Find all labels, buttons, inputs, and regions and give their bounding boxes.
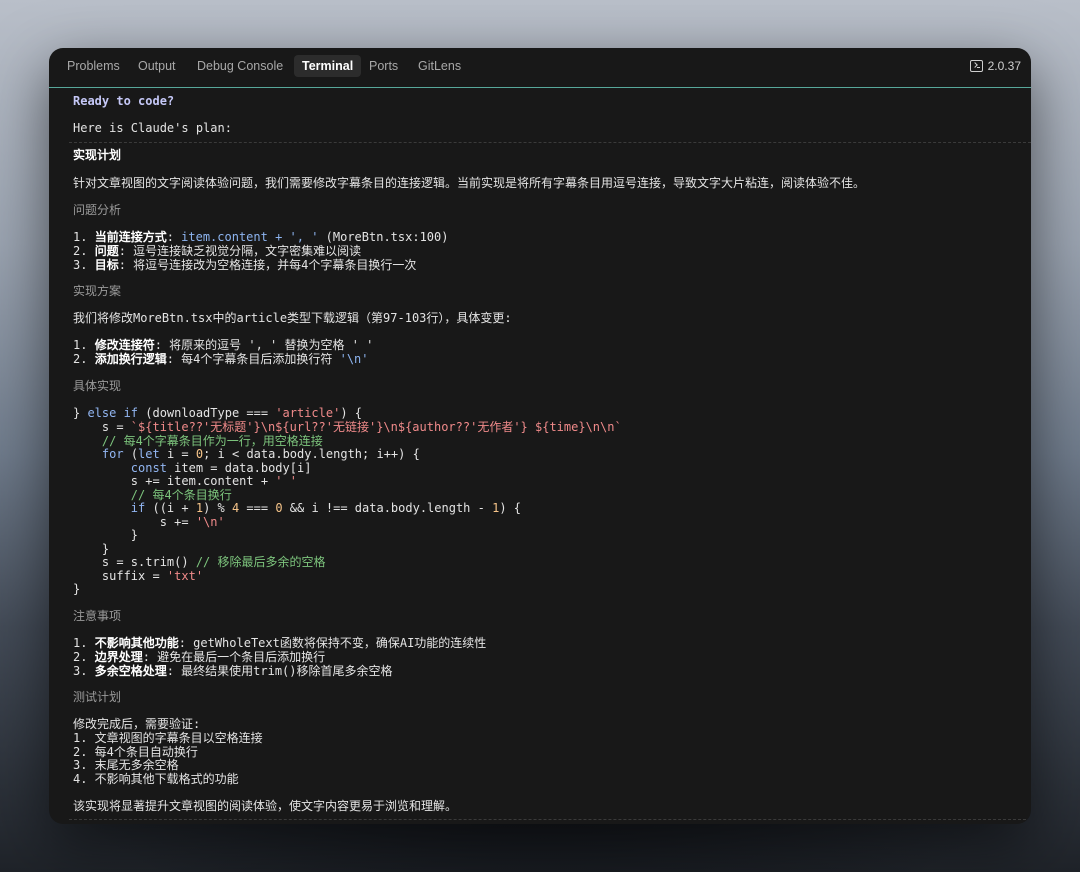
plan-intro: Here is Claude's plan:	[73, 121, 232, 135]
list-item: 3. 多余空格处理: 最终结果使用trim()移除首尾多余空格	[73, 664, 393, 678]
ready-prompt: Ready to code?	[73, 94, 175, 108]
section-heading: 注意事项	[73, 609, 122, 623]
divider-bottom	[69, 819, 1031, 820]
list-item: 4. 不影响其他下载格式的功能	[73, 772, 239, 786]
version-badge[interactable]: 2.0.37	[969, 55, 1021, 77]
list-item: 1. 文章视图的字幕条目以空格连接	[73, 731, 263, 745]
plan-summary: 针对文章视图的文字阅读体验问题，我们需要修改字幕条目的连接逻辑。当前实现是将所有…	[73, 176, 866, 190]
terminal-output[interactable]: Ready to code? Here is Claude's plan: 实现…	[49, 88, 1031, 824]
section-heading: 实现方案	[73, 284, 122, 298]
code-line: // 每4个条目换行	[73, 488, 232, 502]
code-line: if ((i + 1) % 4 === 0 && i !== data.body…	[130, 501, 521, 515]
code-line: s += item.content + ' '	[73, 474, 297, 488]
code-line: } else if (downloadType === 'article') {	[73, 406, 363, 420]
list-item: 1. 不影响其他功能: getWholeText函数将保持不变，确保AI功能的连…	[73, 636, 487, 650]
list-item: 3. 末尾无多余空格	[73, 758, 179, 772]
list-item: 2. 问题: 逗号连接缺乏视觉分隔，文字密集难以阅读	[73, 244, 362, 258]
code-line: s += '\n'	[73, 515, 225, 529]
code-line: }	[73, 582, 81, 596]
section-heading: 问题分析	[73, 203, 122, 217]
tab-output[interactable]: Output	[130, 55, 184, 77]
code-line: // 每4个字幕条目作为一行，用空格连接	[73, 434, 323, 448]
tab-ports[interactable]: Ports	[361, 55, 406, 77]
code-line: }	[73, 542, 110, 556]
terminal-icon	[969, 60, 983, 72]
tab-terminal[interactable]: Terminal	[294, 55, 362, 77]
tab-problems[interactable]: Problems	[59, 55, 128, 77]
code-line: s = s.trim() // 移除最后多余的空格	[73, 555, 326, 569]
code-line: const item = data.body[i]	[130, 461, 312, 475]
list-item: 1. 当前连接方式: item.content + ', ' (MoreBtn.…	[73, 230, 449, 244]
code-line: for (let i = 0; i < data.body.length; i+…	[101, 447, 420, 461]
code-line: suffix = 'txt'	[73, 569, 204, 583]
terminal-panel: Problems Output Debug Console Terminal P…	[49, 48, 1031, 824]
tab-gitlens[interactable]: GitLens	[410, 55, 469, 77]
closing-text: 该实现将显著提升文章视图的阅读体验，使文字内容更易于浏览和理解。	[73, 799, 458, 813]
divider-top	[69, 142, 1031, 143]
list-item: 2. 添加换行逻辑: 每4个字幕条目后添加换行符 '\n'	[73, 352, 369, 366]
code-line: }	[73, 528, 139, 542]
approach-text: 我们将修改MoreBtn.tsx中的article类型下载逻辑（第97-103行…	[73, 311, 512, 325]
list-item: 2. 边界处理: 避免在最后一个条目后添加换行	[73, 650, 326, 664]
version-label: 2.0.37	[987, 59, 1021, 73]
test-intro: 修改完成后，需要验证:	[73, 717, 201, 731]
plan-title: 实现计划	[73, 148, 122, 162]
list-item: 3. 目标: 将逗号连接改为空格连接，并每4个字幕条目换行一次	[73, 258, 417, 272]
tab-debug-console[interactable]: Debug Console	[189, 55, 291, 77]
list-item: 1. 修改连接符: 将原来的逗号 ', ' 替换为空格 ' '	[73, 338, 374, 352]
panel-tab-bar: Problems Output Debug Console Terminal P…	[49, 48, 1031, 88]
list-item: 2. 每4个条目自动换行	[73, 745, 198, 759]
code-line: s = `${title??'无标题'}\n${url??'无链接'}\n${a…	[73, 420, 622, 434]
section-heading: 测试计划	[73, 690, 122, 704]
section-heading: 具体实现	[73, 379, 122, 393]
